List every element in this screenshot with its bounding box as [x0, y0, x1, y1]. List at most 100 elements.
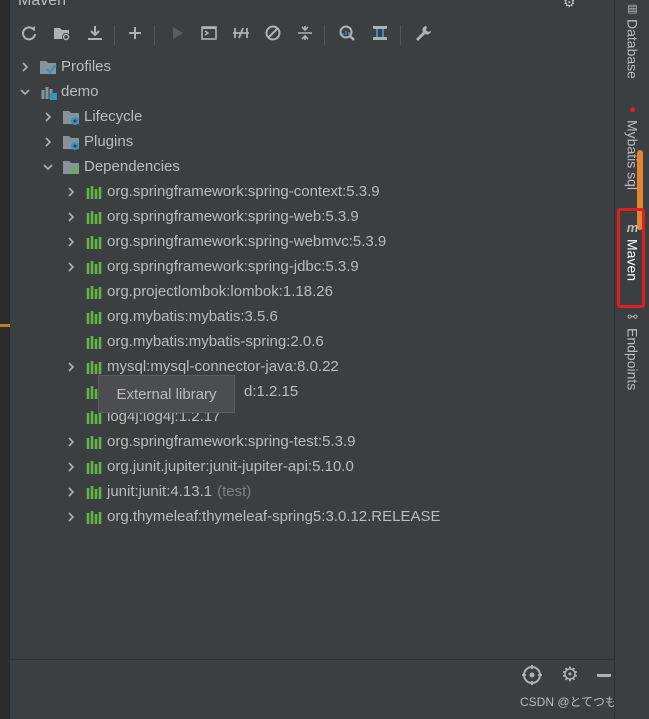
collapse-icon[interactable] [294, 22, 316, 44]
dependency-label: org.thymeleaf:thymeleaf-spring5:3.0.12.R… [107, 508, 441, 525]
profiles-label: Profiles [61, 58, 112, 75]
chevron-right-icon[interactable] [18, 60, 32, 74]
mybatis-bird-icon: ● [629, 104, 636, 116]
toolbar-separator [114, 25, 115, 45]
dependency-item[interactable]: org.mybatis:mybatis-spring:2.0.6 [64, 329, 324, 354]
library-icon [84, 308, 104, 326]
chevron-right-icon[interactable] [64, 185, 78, 199]
dependency-label: org.projectlombok:lombok:1.18.26 [107, 283, 333, 300]
maven-projects-tree: Profiles demo Lifecycle Plugins Dependen… [10, 52, 614, 659]
dependency-label: org.springframework:spring-jdbc:5.3.9 [107, 258, 359, 275]
dependency-label: org.springframework:spring-webmvc:5.3.9 [107, 233, 387, 250]
reload-icon[interactable] [18, 22, 40, 44]
library-icon [84, 208, 104, 226]
dependency-item[interactable]: org.mybatis:mybatis:3.5.6 [64, 304, 278, 329]
chevron-right-icon[interactable] [41, 110, 55, 124]
dependency-label: org.mybatis:mybatis-spring:2.0.6 [107, 333, 324, 350]
endpoints-icon: ⚯ [627, 310, 638, 324]
library-icon [84, 258, 104, 276]
run-icon[interactable] [166, 22, 188, 44]
library-icon [84, 283, 104, 301]
dependency-label: org.springframework:spring-context:5.3.9 [107, 183, 380, 200]
generate-sources-icon[interactable] [51, 22, 73, 44]
demo-label: demo [61, 83, 99, 100]
skip-tests-icon[interactable] [262, 22, 284, 44]
dependency-item[interactable]: org.springframework:spring-context:5.3.9 [64, 179, 380, 204]
dependency-item[interactable]: org.junit.jupiter:junit-jupiter-api:5.10… [64, 454, 354, 479]
dependencies-folder-icon [61, 158, 81, 176]
lifecycle-folder-icon [61, 108, 81, 126]
library-icon [84, 508, 104, 526]
dependency-item[interactable]: org.thymeleaf:thymeleaf-spring5:3.0.12.R… [64, 504, 441, 529]
library-icon [84, 458, 104, 476]
dependency-label: org.mybatis:mybatis:3.5.6 [107, 308, 278, 325]
chevron-right-icon[interactable] [64, 360, 78, 374]
download-icon[interactable] [84, 22, 106, 44]
tooltip: External library [98, 375, 235, 413]
dependency-item[interactable]: junit:junit:4.13.1 (test) [64, 479, 251, 504]
chevron-right-icon[interactable] [64, 235, 78, 249]
maven-tab-highlight [617, 208, 645, 308]
panel-title: Maven [18, 0, 67, 9]
dependency-item[interactable]: org.springframework:spring-jdbc:5.3.9 [64, 254, 359, 279]
dependency-item[interactable]: org.springframework:spring-web:5.3.9 [64, 204, 359, 229]
header-gear-icon[interactable]: ⚙ [563, 0, 576, 11]
add-icon[interactable] [124, 22, 146, 44]
tab-endpoints-label: Endpoints [624, 328, 641, 391]
dependency-item[interactable]: org.springframework:spring-test:5.3.9 [64, 429, 355, 454]
plugins-folder-icon [61, 133, 81, 151]
toolbar-separator [400, 25, 401, 45]
dependency-label: org.springframework:spring-web:5.3.9 [107, 208, 359, 225]
plugins-label: Plugins [84, 133, 134, 150]
chevron-right-icon[interactable] [64, 260, 78, 274]
dependencies-label: Dependencies [84, 158, 180, 175]
gear-icon[interactable]: ⚙ [561, 662, 579, 687]
chevron-right-icon[interactable] [64, 460, 78, 474]
editor-marker [0, 324, 10, 327]
dependency-item[interactable]: org.springframework:spring-webmvc:5.3.9 [64, 229, 386, 254]
tree-node-dependencies[interactable]: Dependencies [41, 154, 180, 179]
chevron-right-icon[interactable] [64, 485, 78, 499]
chevron-down-icon[interactable] [18, 85, 32, 99]
analyze-dependencies-icon[interactable] [336, 22, 358, 44]
chevron-right-icon[interactable] [64, 435, 78, 449]
tool-window-header [10, 0, 614, 18]
lifecycle-label: Lifecycle [84, 108, 143, 125]
maven-module-icon [38, 83, 58, 101]
chevron-right-icon[interactable] [64, 210, 78, 224]
toolbar-separator [324, 25, 325, 45]
settings-wrench-icon[interactable] [412, 22, 434, 44]
editor-gutter-strip [0, 0, 10, 719]
right-tool-strip: ▤ Database ● Mybatis sql m Maven ⚯ Endpo… [614, 0, 649, 719]
dependency-label: junit:junit:4.13.1 [107, 483, 213, 500]
tree-node-demo[interactable]: demo [18, 79, 99, 104]
library-icon [84, 333, 104, 351]
toolbar-separator [154, 25, 155, 45]
show-diagram-icon[interactable] [369, 22, 391, 44]
dependency-item[interactable]: org.projectlombok:lombok:1.18.26 [64, 279, 333, 304]
tree-node-profiles[interactable]: Profiles [18, 54, 111, 79]
database-icon: ▤ [627, 3, 638, 15]
tree-node-plugins[interactable]: Plugins [41, 129, 133, 154]
chevron-right-icon[interactable] [64, 510, 78, 524]
toggle-offline-icon[interactable] [230, 22, 252, 44]
dependency-label: d:1.2.15 [244, 383, 299, 400]
chevron-right-icon[interactable] [41, 135, 55, 149]
chevron-down-icon[interactable] [41, 160, 55, 174]
minimize-icon[interactable] [597, 674, 611, 677]
tab-mybatis[interactable]: ● Mybatis sql [615, 104, 649, 190]
tab-endpoints[interactable]: ⚯ Endpoints [615, 310, 649, 390]
tree-node-lifecycle[interactable]: Lifecycle [41, 104, 142, 129]
profiles-folder-icon [38, 58, 58, 76]
library-icon [84, 433, 104, 451]
tab-database[interactable]: ▤ Database [615, 2, 649, 79]
library-icon [84, 483, 104, 501]
dependency-label: org.junit.jupiter:junit-jupiter-api:5.10… [107, 458, 354, 475]
header-minimize-icon[interactable]: – [596, 0, 606, 9]
tab-database-label: Database [624, 19, 641, 79]
library-icon [84, 233, 104, 251]
library-icon [84, 358, 104, 376]
tab-mybatis-label: Mybatis sql [624, 120, 641, 191]
locate-target-icon[interactable] [521, 664, 543, 686]
execute-goal-icon[interactable] [198, 22, 220, 44]
